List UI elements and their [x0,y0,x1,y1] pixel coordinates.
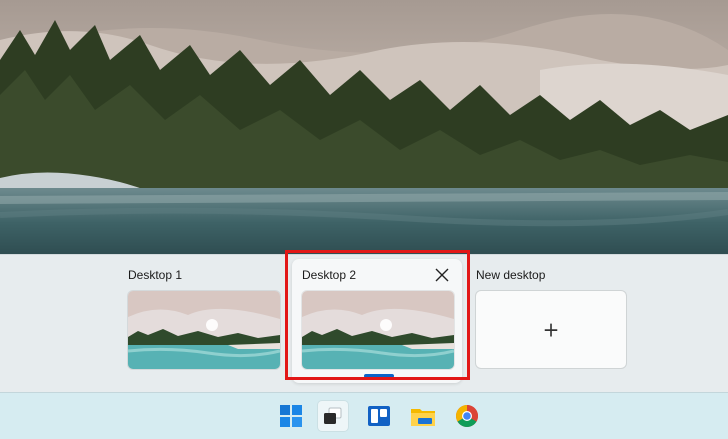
desktop-2-thumbnail [302,291,454,369]
desktop-1-label: Desktop 1 [128,268,183,282]
task-view-icon[interactable] [318,401,348,431]
chrome-icon[interactable] [452,401,482,431]
plus-icon: + [542,317,560,342]
desktop-1-thumbnail[interactable] [128,291,280,369]
desktop-2-card[interactable]: Desktop 2 [292,259,462,383]
task-view-panel: Desktop 1 Desktop 2 New desktop + [0,254,728,393]
new-desktop-label: New desktop [476,268,546,282]
desktop-wallpaper [0,0,728,258]
widgets-icon[interactable] [364,401,394,431]
file-explorer-icon[interactable] [408,401,438,431]
active-desktop-indicator [364,374,394,378]
new-desktop-button[interactable]: + [476,291,626,368]
windows-start-icon[interactable] [276,401,306,431]
close-icon[interactable] [433,266,451,284]
taskbar [0,392,728,439]
desktop-2-label: Desktop 2 [302,268,357,282]
